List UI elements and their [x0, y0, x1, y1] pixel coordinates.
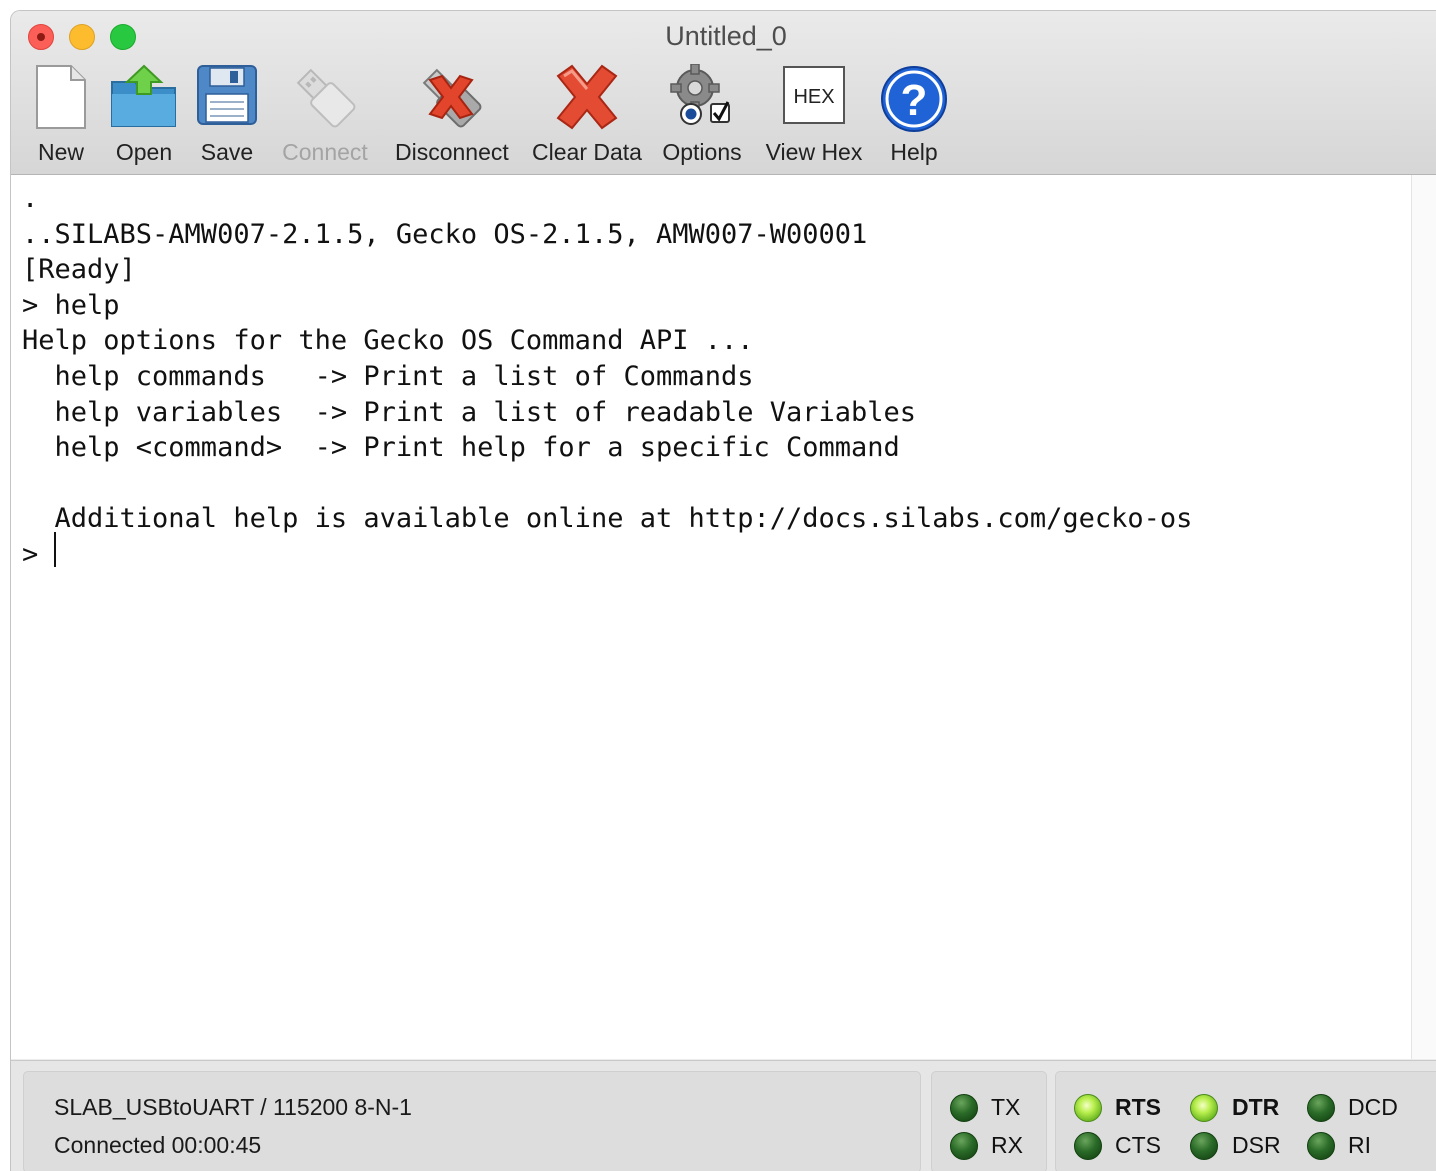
text-cursor — [54, 532, 56, 567]
rx-led-icon — [950, 1132, 978, 1160]
clear-data-button[interactable]: Clear Data — [532, 64, 642, 168]
ri-led-icon — [1307, 1132, 1335, 1160]
tx-led-icon — [950, 1094, 978, 1122]
clear-x-icon — [550, 64, 624, 134]
open-folder-icon — [107, 64, 181, 134]
dcd-label: DCD — [1348, 1094, 1398, 1120]
rts-label[interactable]: RTS — [1115, 1094, 1161, 1121]
dtr-led-icon[interactable] — [1190, 1094, 1218, 1122]
options-label: Options — [662, 139, 742, 165]
hex-icon: HEX — [779, 64, 849, 134]
titlebar: Untitled_0 New Open Save Connect Disconn… — [11, 11, 1436, 175]
connection-timer: Connected 00:00:45 — [54, 1132, 262, 1158]
help-label: Help — [890, 139, 938, 165]
port-settings: SLAB_USBtoUART / 115200 8-N-1 — [54, 1094, 412, 1120]
dtr-label[interactable]: DTR — [1232, 1094, 1279, 1121]
options-button[interactable]: Options — [662, 64, 742, 168]
ri-label: RI — [1348, 1132, 1371, 1158]
rx-label: RX — [991, 1132, 1023, 1158]
svg-text:?: ? — [901, 76, 928, 125]
view-hex-label: View Hex — [765, 139, 863, 165]
tx-label: TX — [991, 1094, 1021, 1120]
disconnect-icon — [415, 64, 487, 134]
terminal-output: . ..SILABS-AMW007-2.1.5, Gecko OS-2.1.5,… — [22, 183, 1193, 570]
app-window: Untitled_0 New Open Save Connect Disconn… — [10, 10, 1436, 1171]
view-hex-button[interactable]: HEX View Hex — [766, 64, 862, 168]
port-info-panel: SLAB_USBtoUART / 115200 8-N-1 Connected … — [23, 1071, 921, 1171]
save-label: Save — [200, 139, 254, 165]
options-gear-icon — [667, 64, 737, 134]
disconnect-button[interactable]: Disconnect — [395, 64, 509, 168]
terminal-area[interactable]: . ..SILABS-AMW007-2.1.5, Gecko OS-2.1.5,… — [11, 175, 1411, 1059]
save-button[interactable]: Save — [195, 64, 259, 168]
open-button[interactable]: Open — [107, 64, 181, 168]
save-disk-icon — [195, 64, 259, 134]
svg-text:HEX: HEX — [793, 86, 834, 108]
disconnect-label: Disconnect — [395, 139, 509, 165]
clear-data-label: Clear Data — [532, 139, 642, 165]
help-button[interactable]: ? Help — [881, 64, 947, 168]
vertical-scrollbar[interactable] — [1411, 175, 1436, 1059]
cts-label: CTS — [1115, 1132, 1161, 1158]
tx-rx-panel: TX RX — [931, 1071, 1047, 1171]
dsr-label: DSR — [1232, 1132, 1281, 1158]
dsr-led-icon — [1190, 1132, 1218, 1160]
status-bar: SLAB_USBtoUART / 115200 8-N-1 Connected … — [11, 1060, 1436, 1171]
control-lines-panel: RTS CTS DTR DSR DCD RI — [1055, 1071, 1436, 1171]
dcd-led-icon — [1307, 1094, 1335, 1122]
new-document-icon — [25, 64, 97, 134]
rts-led-icon[interactable] — [1074, 1094, 1102, 1122]
help-question-icon: ? — [881, 64, 947, 134]
connect-button[interactable]: Connect — [282, 64, 368, 168]
usb-plug-icon — [289, 64, 361, 134]
connect-label: Connect — [282, 139, 368, 165]
cts-led-icon — [1074, 1132, 1102, 1160]
window-title: Untitled_0 — [665, 21, 787, 51]
